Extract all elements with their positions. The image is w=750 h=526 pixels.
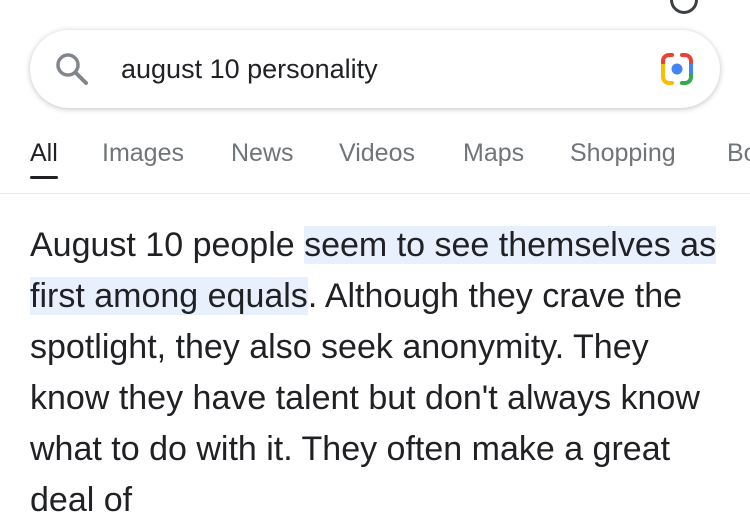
tab-all[interactable]: All: [30, 138, 58, 168]
account-icon-partial[interactable]: [664, 0, 704, 20]
active-tab-indicator: [30, 176, 58, 179]
tab-shopping[interactable]: Shopping: [570, 138, 676, 168]
tab-maps[interactable]: Maps: [463, 138, 524, 168]
featured-snippet: August 10 people seem to see themselves …: [30, 220, 730, 526]
google-lens-icon[interactable]: [658, 50, 696, 88]
tab-images[interactable]: Images: [102, 138, 184, 168]
search-input[interactable]: august 10 personality: [121, 52, 378, 86]
search-icon: [56, 53, 88, 85]
search-bar[interactable]: august 10 personality: [30, 30, 720, 108]
snippet-intro: August 10 people: [30, 226, 305, 264]
tab-videos[interactable]: Videos: [339, 138, 415, 168]
tab-news[interactable]: News: [231, 138, 294, 168]
tab-books[interactable]: Bo: [727, 138, 750, 168]
search-tabs: All Images News Videos Maps Shopping Bo: [0, 126, 750, 194]
